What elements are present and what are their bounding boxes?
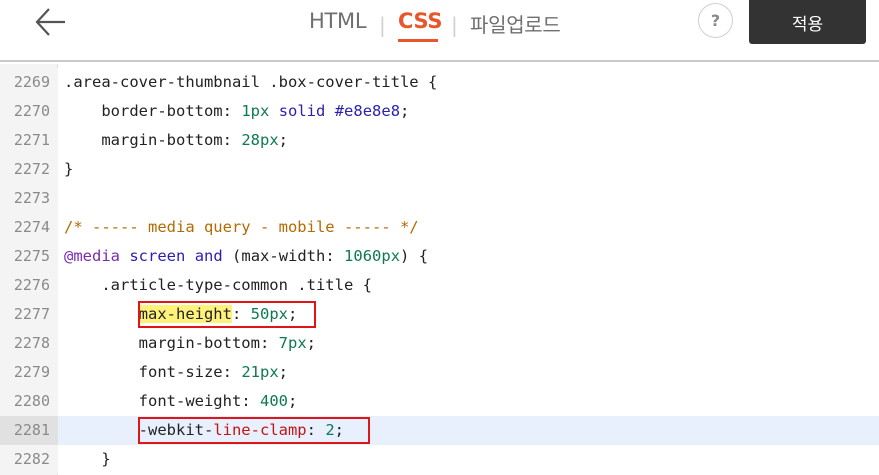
code-text: margin-bottom: 28px;	[101, 131, 289, 149]
css-property: font-weight	[138, 392, 242, 410]
code-text: }	[64, 160, 74, 178]
vendor-prefix: -webkit-	[138, 421, 214, 439]
code-text: -webkit-line-clamp: 2;	[138, 421, 345, 439]
code-text: font-weight: 400;	[138, 392, 298, 410]
css-property: line-clamp	[213, 421, 307, 439]
css-property: margin-bottom	[138, 334, 260, 352]
line-number: 2270	[0, 97, 58, 126]
code-line[interactable]: 2274 /* ----- media query - mobile -----…	[0, 213, 879, 242]
css-value: 1px	[241, 102, 270, 120]
line-number: 2271	[0, 126, 58, 155]
code-line[interactable]: 2279 font-size: 21px;	[0, 358, 879, 387]
code-line[interactable]: 2273	[0, 184, 879, 213]
code-editor[interactable]: 2269 .area-cover-thumbnail .box-cover-ti…	[0, 64, 879, 475]
code-line[interactable]: 2269 .area-cover-thumbnail .box-cover-ti…	[0, 68, 879, 97]
css-value: 50px	[250, 305, 288, 323]
tab-separator: |	[451, 13, 458, 37]
line-number: 2282	[0, 445, 58, 474]
line-number: 2278	[0, 329, 58, 358]
line-number: 2274	[0, 213, 58, 242]
editor-header: HTML | CSS | 파일업로드 ? 적용	[0, 0, 879, 62]
line-number: 2279	[0, 358, 58, 387]
code-text: @media screen and (max-width: 1060px) {	[64, 247, 429, 265]
css-value: solid	[278, 102, 326, 120]
help-button[interactable]: ?	[698, 3, 733, 38]
css-property: font-size	[138, 363, 223, 381]
tab-css[interactable]: CSS	[398, 9, 443, 33]
css-value: 2	[325, 421, 335, 439]
line-number: 2269	[0, 68, 58, 97]
code-line[interactable]: 2278 margin-bottom: 7px;	[0, 329, 879, 358]
code-line[interactable]: 2280 font-weight: 400;	[0, 387, 879, 416]
code-text: .article-type-common .title {	[64, 276, 372, 294]
code-line[interactable]: 2272 }	[0, 155, 879, 184]
tab-bar: HTML | CSS | 파일업로드	[0, 0, 879, 44]
code-line-active[interactable]: 2281 -webkit-line-clamp: 2;	[0, 416, 879, 445]
line-number: 2281	[0, 416, 58, 445]
code-line[interactable]: 2275 @media screen and (max-width: 1060p…	[0, 242, 879, 271]
css-property: border-bottom	[101, 102, 223, 120]
tab-file-upload[interactable]: 파일업로드	[470, 9, 561, 38]
line-number: 2275	[0, 242, 58, 271]
active-tab-underline	[398, 39, 438, 42]
css-value: 7px	[278, 334, 307, 352]
css-value: #e8e8e8	[334, 102, 401, 120]
question-icon: ?	[710, 11, 721, 30]
tab-html[interactable]: HTML	[309, 9, 367, 33]
code-text: margin-bottom: 7px;	[138, 334, 317, 352]
code-line[interactable]: 2276 .article-type-common .title {	[0, 271, 879, 300]
code-line[interactable]: 2270 border-bottom: 1px solid #e8e8e8;	[0, 97, 879, 126]
code-line[interactable]: 2277 max-height: 50px;	[0, 300, 879, 329]
code-line[interactable]: 2282 }	[0, 445, 879, 474]
line-number: 2276	[0, 271, 58, 300]
css-value: 21px	[241, 363, 279, 381]
line-number: 2272	[0, 155, 58, 184]
line-number: 2273	[0, 184, 58, 213]
code-text: font-size: 21px;	[138, 363, 289, 381]
tab-separator: |	[379, 13, 386, 37]
css-property-highlighted: max-height	[138, 305, 232, 323]
code-line[interactable]: 2271 margin-bottom: 28px;	[0, 126, 879, 155]
code-text: .area-cover-thumbnail .box-cover-title {	[64, 73, 438, 91]
css-property: margin-bottom	[101, 131, 223, 149]
code-text: }	[64, 450, 111, 468]
code-text: max-height: 50px;	[138, 305, 298, 323]
code-text: border-bottom: 1px solid #e8e8e8;	[101, 102, 410, 120]
css-value: 28px	[241, 131, 279, 149]
line-number: 2280	[0, 387, 58, 416]
at-rule: @media	[64, 247, 120, 265]
line-number: 2277	[0, 300, 58, 329]
apply-button[interactable]: 적용	[749, 0, 866, 44]
css-value: 400	[260, 392, 288, 410]
code-comment: /* ----- media query - mobile ----- */	[64, 218, 419, 236]
